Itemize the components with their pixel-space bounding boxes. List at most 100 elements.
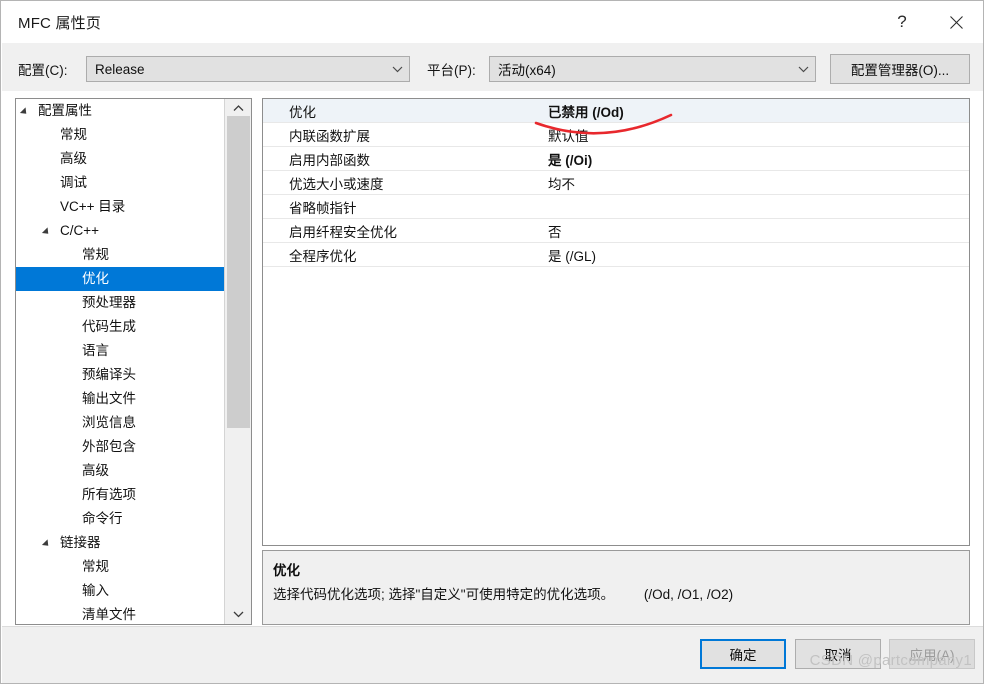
- property-value[interactable]: 否: [544, 221, 969, 241]
- scrollbar-thumb[interactable]: [227, 116, 250, 428]
- property-value[interactable]: 默认值: [544, 125, 969, 145]
- description-text: 选择代码优化选项; 选择"自定义"可使用特定的优化选项。: [273, 587, 615, 602]
- tree-item[interactable]: 清单文件: [16, 603, 224, 624]
- property-value[interactable]: 是 (/GL): [544, 245, 969, 265]
- property-row[interactable]: 内联函数扩展 默认值: [263, 123, 969, 147]
- property-value[interactable]: 是 (/Oi): [544, 149, 969, 169]
- property-name: 内联函数扩展: [289, 128, 370, 144]
- tree-item-label: 输出文件: [82, 391, 136, 406]
- tree-item-label: 预编译头: [82, 367, 136, 382]
- tree-item[interactable]: 浏览信息: [16, 411, 224, 435]
- ok-button[interactable]: 确定: [700, 639, 786, 669]
- tree-item[interactable]: 命令行: [16, 507, 224, 531]
- property-grid[interactable]: 优化 已禁用 (/Od) 内联函数扩展 默认值 启用内部函数是 (/Oi) 优选大小或速度…: [263, 99, 969, 267]
- settings-tree[interactable]: 配置属性 常规 高级 调试 VC++ 目录 C/C++ 常规 优化 预处理器 代码生成 语言 预编译头…: [16, 99, 224, 624]
- tree-item-label: 优化: [82, 271, 109, 286]
- description-panel: 优化 选择代码优化选项; 选择"自定义"可使用特定的优化选项。 (/Od, /O…: [262, 550, 970, 625]
- mfc-property-pages-dialog: MFC 属性页 ? 配置(C): Release 平台(P): 活动(x64): [0, 0, 984, 684]
- platform-combobox[interactable]: 活动(x64): [489, 56, 816, 82]
- tree-item[interactable]: 语言: [16, 339, 224, 363]
- scroll-down-button[interactable]: [225, 605, 251, 624]
- platform-label: 平台(P):: [427, 63, 476, 78]
- property-grid-panel: 优化 已禁用 (/Od) 内联函数扩展 默认值 启用内部函数是 (/Oi) 优选大小或速度…: [262, 98, 970, 546]
- tree-item-label: 浏览信息: [82, 415, 136, 430]
- property-row[interactable]: 优化 已禁用 (/Od): [263, 99, 969, 123]
- tree-item[interactable]: 外部包含: [16, 435, 224, 459]
- tree-item-label: 高级: [82, 463, 109, 478]
- platform-value: 活动(x64): [498, 63, 556, 78]
- tree-item[interactable]: 常规: [16, 243, 224, 267]
- chevron-down-icon: [385, 66, 409, 73]
- property-value[interactable]: 均不: [544, 173, 969, 193]
- tree-item-label: 常规: [82, 559, 109, 574]
- configuration-combobox[interactable]: Release: [86, 56, 410, 82]
- tree-item-label: 常规: [60, 127, 87, 142]
- description-body: 选择代码优化选项; 选择"自定义"可使用特定的优化选项。 (/Od, /O1, …: [273, 583, 959, 603]
- tree-item[interactable]: 常规: [16, 123, 224, 147]
- tree-item[interactable]: 调试: [16, 171, 224, 195]
- description-flags: (/Od, /O1, /O2): [643, 587, 734, 602]
- tree-expander-icon[interactable]: [41, 227, 52, 237]
- tree-scrollbar[interactable]: [224, 99, 251, 624]
- tree-item-label: 代码生成: [82, 319, 136, 334]
- description-title: 优化: [273, 563, 300, 578]
- tree-item[interactable]: VC++ 目录: [16, 195, 224, 219]
- tree-item[interactable]: 预编译头: [16, 363, 224, 387]
- chevron-up-icon: [233, 105, 244, 111]
- tree-item[interactable]: C/C++: [16, 219, 224, 243]
- property-row[interactable]: 优选大小或速度 均不: [263, 171, 969, 195]
- tree-item[interactable]: 预处理器: [16, 291, 224, 315]
- property-name: 省略帧指针: [289, 200, 357, 216]
- tree-item-label: C/C++: [60, 223, 100, 238]
- tree-expander-icon[interactable]: [41, 539, 52, 549]
- tree-item-label: 输入: [82, 583, 109, 598]
- configuration-value: Release: [95, 61, 145, 77]
- property-name: 优化: [289, 104, 316, 120]
- property-row[interactable]: 全程序优化 是 (/GL): [263, 243, 969, 267]
- property-name: 优选大小或速度: [289, 176, 384, 192]
- chevron-down-icon: [791, 66, 815, 73]
- tree-item[interactable]: 高级: [16, 147, 224, 171]
- tree-item-label: 配置属性: [38, 103, 92, 118]
- configuration-label: 配置(C):: [18, 63, 68, 78]
- tree-item-label: 高级: [60, 151, 87, 166]
- help-button[interactable]: ?: [879, 1, 925, 43]
- tree-item-label: VC++ 目录: [60, 199, 126, 214]
- property-row[interactable]: 省略帧指针: [263, 195, 969, 219]
- property-name: 全程序优化: [289, 248, 357, 264]
- tree-item[interactable]: 代码生成: [16, 315, 224, 339]
- chevron-down-icon: [233, 611, 244, 618]
- settings-tree-panel: 配置属性 常规 高级 调试 VC++ 目录 C/C++ 常规 优化 预处理器 代码生成 语言 预编译头…: [15, 98, 252, 625]
- tree-item[interactable]: 配置属性: [16, 99, 224, 123]
- window-title: MFC 属性页: [18, 15, 102, 32]
- property-name: 启用内部函数: [289, 152, 370, 168]
- tree-item-label: 语言: [82, 343, 109, 358]
- tree-item[interactable]: 输入: [16, 579, 224, 603]
- tree-item-label: 链接器: [60, 535, 101, 550]
- tree-item-label: 预处理器: [82, 295, 136, 310]
- tree-item[interactable]: 输出文件: [16, 387, 224, 411]
- tree-item-label: 清单文件: [82, 607, 136, 622]
- tree-item-label: 所有选项: [82, 487, 136, 502]
- tree-item[interactable]: 常规: [16, 555, 224, 579]
- tree-item-label: 常规: [82, 247, 109, 262]
- tree-item[interactable]: 所有选项: [16, 483, 224, 507]
- csdn-watermark: CSDN @partcompany1: [809, 652, 972, 669]
- title-bar: MFC 属性页 ?: [1, 1, 983, 43]
- tree-item[interactable]: 高级: [16, 459, 224, 483]
- tree-item-label: 调试: [60, 175, 87, 190]
- question-mark-icon: ?: [897, 12, 907, 31]
- tree-item[interactable]: 优化: [16, 267, 224, 291]
- tree-expander-icon[interactable]: [19, 107, 30, 117]
- property-name: 启用纤程安全优化: [289, 224, 397, 240]
- tree-item-label: 命令行: [82, 511, 123, 526]
- dialog-footer: 确定 取消 应用(A) CSDN @partcompany1: [2, 626, 983, 683]
- close-button[interactable]: [933, 1, 979, 43]
- configuration-manager-button[interactable]: 配置管理器(O)...: [830, 54, 970, 84]
- configuration-bar: 配置(C): Release 平台(P): 活动(x64) 配置管理器(O)..…: [2, 43, 983, 91]
- property-value[interactable]: 已禁用 (/Od): [544, 101, 969, 121]
- tree-item[interactable]: 链接器: [16, 531, 224, 555]
- tree-item-label: 外部包含: [82, 439, 136, 454]
- property-row[interactable]: 启用纤程安全优化 否: [263, 219, 969, 243]
- property-row[interactable]: 启用内部函数 是 (/Oi): [263, 147, 969, 171]
